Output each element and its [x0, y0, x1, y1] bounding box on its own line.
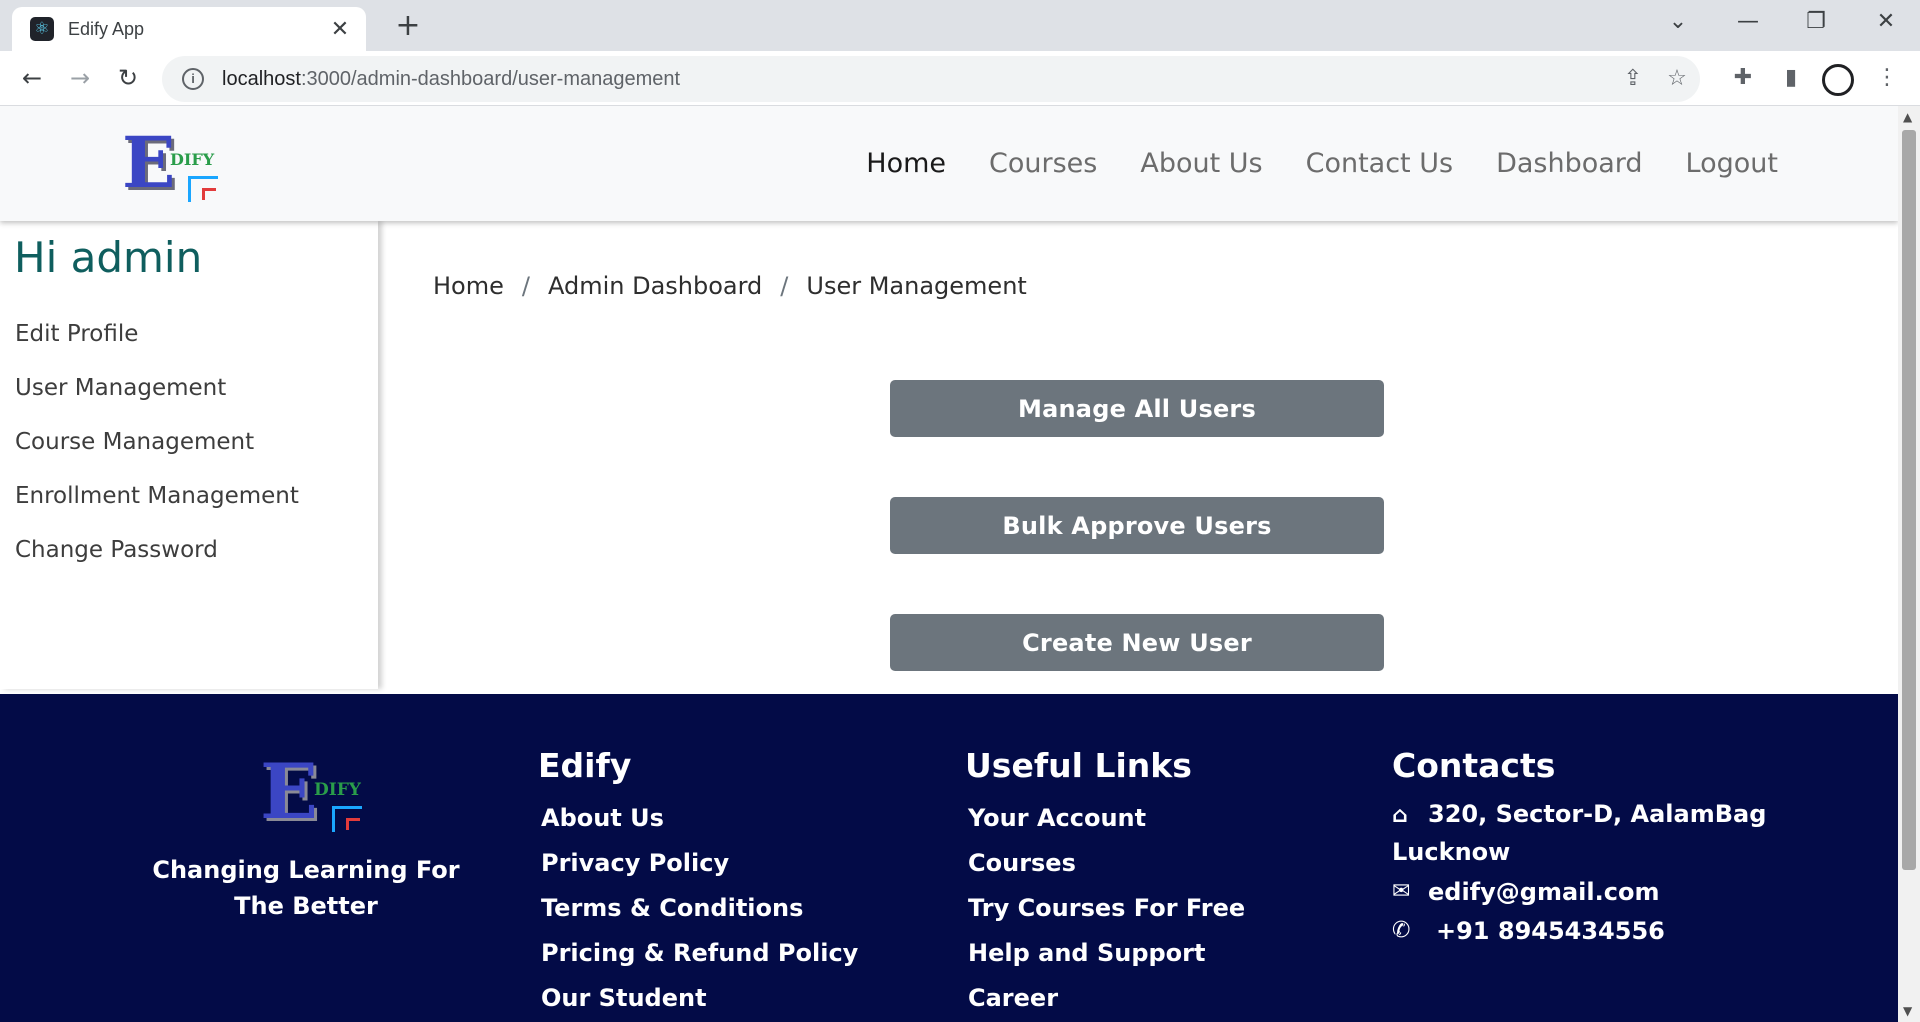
- browser-toolbar: ← → ↻ i localhost:3000/admin-dashboard/u…: [0, 51, 1920, 106]
- breadcrumb-separator: /: [521, 272, 530, 300]
- nav-contact-us[interactable]: Contact Us: [1306, 148, 1453, 179]
- new-tab-button[interactable]: +: [390, 8, 426, 44]
- address-bar[interactable]: i localhost:3000/admin-dashboard/user-ma…: [162, 56, 1700, 102]
- footer-email[interactable]: ✉ edify@gmail.com: [1392, 874, 1659, 910]
- email-value[interactable]: edify@gmail.com: [1428, 874, 1659, 910]
- reload-icon[interactable]: ↻: [110, 60, 146, 96]
- back-arrow-icon[interactable]: ←: [14, 60, 50, 96]
- sidebar-item-enrollment-management[interactable]: Enrollment Management: [15, 483, 299, 509]
- breadcrumb-separator: /: [780, 272, 789, 300]
- nav-dashboard[interactable]: Dashboard: [1496, 148, 1642, 179]
- footer-link-career[interactable]: Career: [968, 984, 1058, 1012]
- profile-avatar-icon[interactable]: [1822, 64, 1854, 96]
- address-value: 320, Sector-D, AalamBag Lucknow: [1392, 800, 1767, 866]
- manage-all-users-button[interactable]: Manage All Users: [890, 380, 1384, 437]
- footer-link-about-us[interactable]: About Us: [541, 804, 664, 832]
- url-text: localhost:3000/admin-dashboard/user-mana…: [222, 68, 680, 91]
- page-viewport: E DIFY Home Courses About Us Contact Us …: [0, 106, 1898, 1022]
- footer-link-your-account[interactable]: Your Account: [968, 804, 1146, 832]
- nav-courses[interactable]: Courses: [989, 148, 1097, 179]
- nav-about-us[interactable]: About Us: [1140, 148, 1262, 179]
- footer-tagline: Changing Learning For The Better: [152, 856, 460, 920]
- url-path: :3000/admin-dashboard/user-management: [300, 67, 681, 90]
- nav-home[interactable]: Home: [866, 148, 946, 179]
- footer-heading-contacts: Contacts: [1392, 746, 1556, 785]
- footer-heading-edify: Edify: [538, 746, 632, 785]
- browser-tabstrip: ⚛ Edify App ✕ + ⌄ — ❐ ✕: [0, 0, 1920, 51]
- breadcrumb-current: User Management: [806, 272, 1027, 300]
- menu-kebab-icon[interactable]: ⋮: [1870, 61, 1904, 95]
- footer-link-pricing-refund[interactable]: Pricing & Refund Policy: [541, 939, 858, 967]
- close-tab-icon[interactable]: ✕: [328, 17, 352, 42]
- nav-logout[interactable]: Logout: [1686, 148, 1778, 179]
- footer-link-try-courses[interactable]: Try Courses For Free: [968, 894, 1245, 922]
- logo-text: DIFY: [170, 150, 215, 169]
- footer-phone[interactable]: ✆ +91 8945434556: [1392, 913, 1665, 949]
- phone-value[interactable]: +91 8945434556: [1436, 913, 1665, 949]
- footer-link-terms-conditions[interactable]: Terms & Conditions: [541, 894, 803, 922]
- close-window-icon[interactable]: ✕: [1866, 6, 1906, 38]
- extensions-puzzle-icon[interactable]: ✚: [1726, 61, 1760, 95]
- browser-tab[interactable]: ⚛ Edify App ✕: [12, 7, 366, 51]
- site-info-icon[interactable]: i: [182, 68, 204, 90]
- home-icon: ⌂: [1392, 803, 1408, 828]
- footer-address-text: ⌂ 320, Sector-D, AalamBag Lucknow: [1392, 796, 1772, 870]
- phone-icon: ✆: [1392, 918, 1411, 943]
- sidebar-item-change-password[interactable]: Change Password: [15, 537, 218, 563]
- footer-logo[interactable]: E DIFY: [260, 754, 368, 834]
- footer-link-help-support[interactable]: Help and Support: [968, 939, 1205, 967]
- footer-link-our-student[interactable]: Our Student: [541, 984, 707, 1012]
- footer-heading-useful-links: Useful Links: [965, 746, 1192, 785]
- restore-window-icon[interactable]: ❐: [1796, 6, 1836, 38]
- greeting: Hi admin: [14, 233, 203, 282]
- site-header: E DIFY Home Courses About Us Contact Us …: [0, 106, 1898, 221]
- logo-corner-red: [202, 188, 216, 200]
- site-footer: E DIFY Changing Learning For The Better …: [0, 694, 1898, 1022]
- breadcrumb: Home / Admin Dashboard / User Management: [433, 272, 1027, 300]
- logo-letter: E: [122, 121, 176, 204]
- side-panel-icon[interactable]: ▮: [1774, 61, 1808, 95]
- bookmark-star-icon[interactable]: ☆: [1662, 64, 1692, 94]
- footer-link-privacy-policy[interactable]: Privacy Policy: [541, 849, 729, 877]
- scroll-down-arrow-icon[interactable]: ▼: [1903, 1004, 1912, 1018]
- sidebar-item-course-management[interactable]: Course Management: [15, 429, 254, 455]
- breadcrumb-admin-dashboard[interactable]: Admin Dashboard: [548, 272, 762, 300]
- admin-sidebar: Hi admin Edit Profile User Management Co…: [0, 221, 378, 689]
- breadcrumb-home[interactable]: Home: [433, 272, 504, 300]
- tab-title: Edify App: [68, 18, 145, 39]
- main-nav: Home Courses About Us Contact Us Dashboa…: [866, 106, 1778, 221]
- sidebar-item-edit-profile[interactable]: Edit Profile: [15, 321, 138, 347]
- forward-arrow-icon[interactable]: →: [62, 60, 98, 96]
- url-host: localhost: [222, 67, 301, 90]
- footer-logo-letter: E: [260, 747, 318, 836]
- tab-search-chevron-icon[interactable]: ⌄: [1658, 6, 1698, 38]
- minimize-window-icon[interactable]: —: [1728, 6, 1768, 38]
- footer-logo-text: DIFY: [314, 780, 361, 800]
- page-scrollbar[interactable]: ▲ ▼: [1898, 106, 1920, 1022]
- bulk-approve-users-button[interactable]: Bulk Approve Users: [890, 497, 1384, 554]
- footer-link-courses[interactable]: Courses: [968, 849, 1076, 877]
- footer-logo-corner-red: [346, 818, 360, 830]
- envelope-icon: ✉: [1392, 879, 1411, 904]
- sidebar-item-user-management[interactable]: User Management: [15, 375, 226, 401]
- share-icon[interactable]: ⇪: [1618, 64, 1648, 94]
- react-favicon-icon: ⚛: [30, 17, 54, 41]
- scroll-up-arrow-icon[interactable]: ▲: [1903, 110, 1912, 124]
- scroll-thumb[interactable]: [1902, 130, 1916, 870]
- footer-address: ⌂ 320, Sector-D, AalamBag Lucknow: [1392, 796, 1772, 870]
- edify-logo[interactable]: E DIFY: [122, 121, 222, 204]
- create-new-user-button[interactable]: Create New User: [890, 614, 1384, 671]
